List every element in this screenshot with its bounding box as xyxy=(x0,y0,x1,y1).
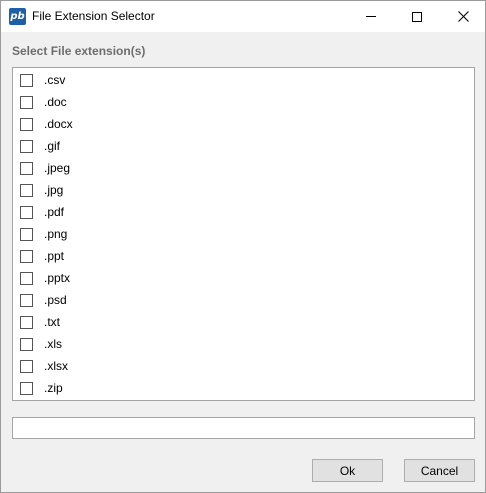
close-button[interactable] xyxy=(440,1,486,32)
extension-checkbox[interactable] xyxy=(20,161,33,175)
extension-checkbox[interactable] xyxy=(20,293,33,307)
maximize-button[interactable] xyxy=(394,1,440,32)
list-item[interactable]: .png xyxy=(13,223,474,245)
window-title: File Extension Selector xyxy=(32,9,155,23)
extension-label: .psd xyxy=(44,293,67,307)
extension-checkbox[interactable] xyxy=(20,315,33,329)
selected-extensions-field[interactable] xyxy=(12,417,475,439)
extension-label: .xls xyxy=(44,337,62,351)
extension-label: .docx xyxy=(44,117,73,131)
maximize-icon xyxy=(412,11,422,22)
extension-checkbox[interactable] xyxy=(20,95,33,109)
list-item[interactable]: .xls xyxy=(13,333,474,355)
extension-label: .ppt xyxy=(44,249,65,263)
list-item[interactable]: .gif xyxy=(13,135,474,157)
list-item[interactable]: .csv xyxy=(13,69,474,91)
list-item[interactable]: .pptx xyxy=(13,267,474,289)
list-item[interactable]: .jpg xyxy=(13,179,474,201)
extension-label: .pdf xyxy=(44,205,65,219)
extension-checkbox[interactable] xyxy=(20,73,33,87)
extension-label: .png xyxy=(44,227,68,241)
extension-checkbox[interactable] xyxy=(20,337,33,351)
title-bar[interactable]: pb File Extension Selector xyxy=(1,1,485,32)
list-item[interactable]: .pdf xyxy=(13,201,474,223)
list-item[interactable]: .txt xyxy=(13,311,474,333)
extension-label: .xlsx xyxy=(44,359,68,373)
ok-button[interactable]: Ok xyxy=(312,459,383,482)
list-item[interactable]: .zip xyxy=(13,377,474,399)
extension-label: .csv xyxy=(44,73,66,87)
extension-checkbox[interactable] xyxy=(20,139,33,153)
extension-checkbox[interactable] xyxy=(20,183,33,197)
list-item[interactable]: .docx xyxy=(13,113,474,135)
extension-list[interactable]: .csv .doc .docx .gif .jpeg .jpg .pdf .png .ppt .p… xyxy=(12,67,475,401)
extension-label: .jpg xyxy=(44,183,64,197)
extension-checkbox[interactable] xyxy=(20,271,33,285)
minimize-icon xyxy=(366,16,376,17)
section-heading: Select File extension(s) xyxy=(12,44,146,58)
list-item[interactable]: .psd xyxy=(13,289,474,311)
extension-checkbox[interactable] xyxy=(20,117,33,131)
extension-checkbox[interactable] xyxy=(20,249,33,263)
extension-label: .gif xyxy=(44,139,61,153)
extension-label: .pptx xyxy=(44,271,71,285)
extension-checkbox[interactable] xyxy=(20,381,33,395)
extension-checkbox[interactable] xyxy=(20,359,33,373)
list-item[interactable]: .xlsx xyxy=(13,355,474,377)
extension-label: .jpeg xyxy=(44,161,71,175)
list-item[interactable]: .jpeg xyxy=(13,157,474,179)
extension-label: .txt xyxy=(44,315,61,329)
extension-label: .zip xyxy=(44,381,63,395)
minimize-button[interactable] xyxy=(348,1,394,32)
extension-checkbox[interactable] xyxy=(20,227,33,241)
app-logo-icon: pb xyxy=(9,8,26,25)
close-icon xyxy=(457,11,469,22)
list-item[interactable]: .doc xyxy=(13,91,474,113)
extension-label: .doc xyxy=(44,95,67,109)
cancel-button[interactable]: Cancel xyxy=(404,459,475,482)
list-item[interactable]: .ppt xyxy=(13,245,474,267)
dialog-window: pb File Extension Selector Select File e… xyxy=(0,0,486,493)
extension-checkbox[interactable] xyxy=(20,205,33,219)
